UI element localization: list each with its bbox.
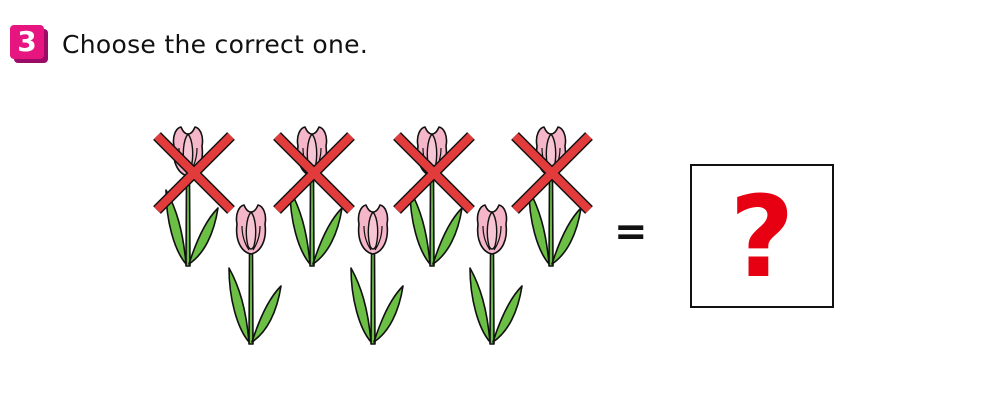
- tulip-illustration: [0, 126, 1000, 345]
- tulip-remaining-2: [350, 204, 404, 345]
- answer-box[interactable]: ?: [690, 164, 834, 308]
- worksheet: 3 Choose the correct one. = ?: [0, 0, 1000, 400]
- equals-sign: =: [614, 209, 648, 255]
- tulip-remaining-1: [228, 204, 282, 345]
- question-mark: ?: [729, 173, 795, 303]
- tulip-remaining-3: [469, 204, 523, 345]
